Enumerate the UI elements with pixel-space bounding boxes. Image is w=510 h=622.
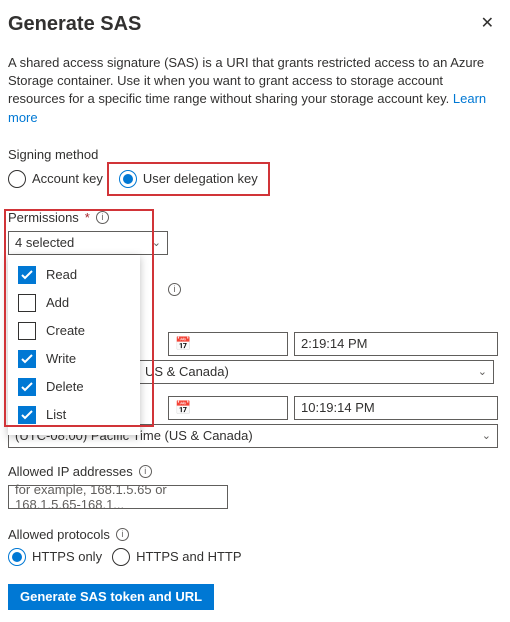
start-time-value: 2:19:14 PM [301,336,368,351]
perm-label: Add [46,295,69,310]
chevron-down-icon: ⌄ [482,429,491,442]
radio-user-delegation[interactable]: User delegation key [113,168,264,190]
perm-item-delete[interactable]: Delete [8,373,140,401]
info-icon[interactable]: i [96,211,109,224]
info-icon[interactable]: i [168,283,181,296]
start-timezone-select[interactable]: US & Canada) ⌄ [138,360,494,384]
permissions-panel: Read Add Create Write Delete List [8,255,140,435]
chevron-down-icon: ⌄ [152,236,161,249]
allowed-ip-placeholder: for example, 168.1.5.65 or 168.1.5.65-16… [15,482,221,512]
checkbox-icon [18,406,36,424]
calendar-icon: 📅 [175,400,191,416]
expiry-time-value: 10:19:14 PM [301,400,375,415]
info-icon[interactable]: i [139,465,152,478]
permissions-label: Permissions [8,210,79,225]
checkbox-icon [18,378,36,396]
checkbox-icon [18,322,36,340]
required-indicator: * [85,210,90,225]
permissions-summary: 4 selected [15,235,74,250]
perm-item-add[interactable]: Add [8,289,140,317]
perm-item-list[interactable]: List [8,401,140,429]
generate-button[interactable]: Generate SAS token and URL [8,584,214,610]
description: A shared access signature (SAS) is a URI… [8,54,498,127]
radio-https-only[interactable]: HTTPS only [8,548,102,566]
expiry-date-input[interactable]: 📅 [168,396,288,420]
checkbox-icon [18,350,36,368]
start-time-input[interactable]: 2:19:14 PM [294,332,498,356]
perm-item-write[interactable]: Write [8,345,140,373]
allowed-ip-label: Allowed IP addresses [8,464,133,479]
checkbox-icon [18,266,36,284]
allowed-protocols-label: Allowed protocols [8,527,110,542]
calendar-icon: 📅 [175,336,191,352]
start-date-input[interactable]: 📅 [168,332,288,356]
checkbox-icon [18,294,36,312]
radio-https-and-http[interactable]: HTTPS and HTTP [112,548,241,566]
perm-item-read[interactable]: Read [8,261,140,289]
description-text: A shared access signature (SAS) is a URI… [8,55,484,106]
perm-item-create[interactable]: Create [8,317,140,345]
radio-account-key[interactable]: Account key [8,170,103,188]
perm-label: List [46,407,66,422]
radio-https-only-label: HTTPS only [32,549,102,564]
perm-label: Delete [46,379,84,394]
close-icon[interactable]: ✕ [477,12,498,36]
radio-https-and-http-label: HTTPS and HTTP [136,549,241,564]
permissions-dropdown[interactable]: 4 selected ⌄ [8,231,168,255]
radio-user-delegation-label: User delegation key [143,171,258,186]
perm-label: Write [46,351,76,366]
start-timezone-value: US & Canada) [145,364,229,379]
perm-label: Create [46,323,85,338]
generate-button-label: Generate SAS token and URL [20,589,202,604]
expiry-time-input[interactable]: 10:19:14 PM [294,396,498,420]
perm-label: Read [46,267,77,282]
signing-method-label: Signing method [8,147,498,162]
allowed-ip-input[interactable]: for example, 168.1.5.65 or 168.1.5.65-16… [8,485,228,509]
page-title: Generate SAS [8,13,141,36]
chevron-down-icon: ⌄ [478,365,487,378]
radio-account-key-label: Account key [32,171,103,186]
info-icon[interactable]: i [116,528,129,541]
